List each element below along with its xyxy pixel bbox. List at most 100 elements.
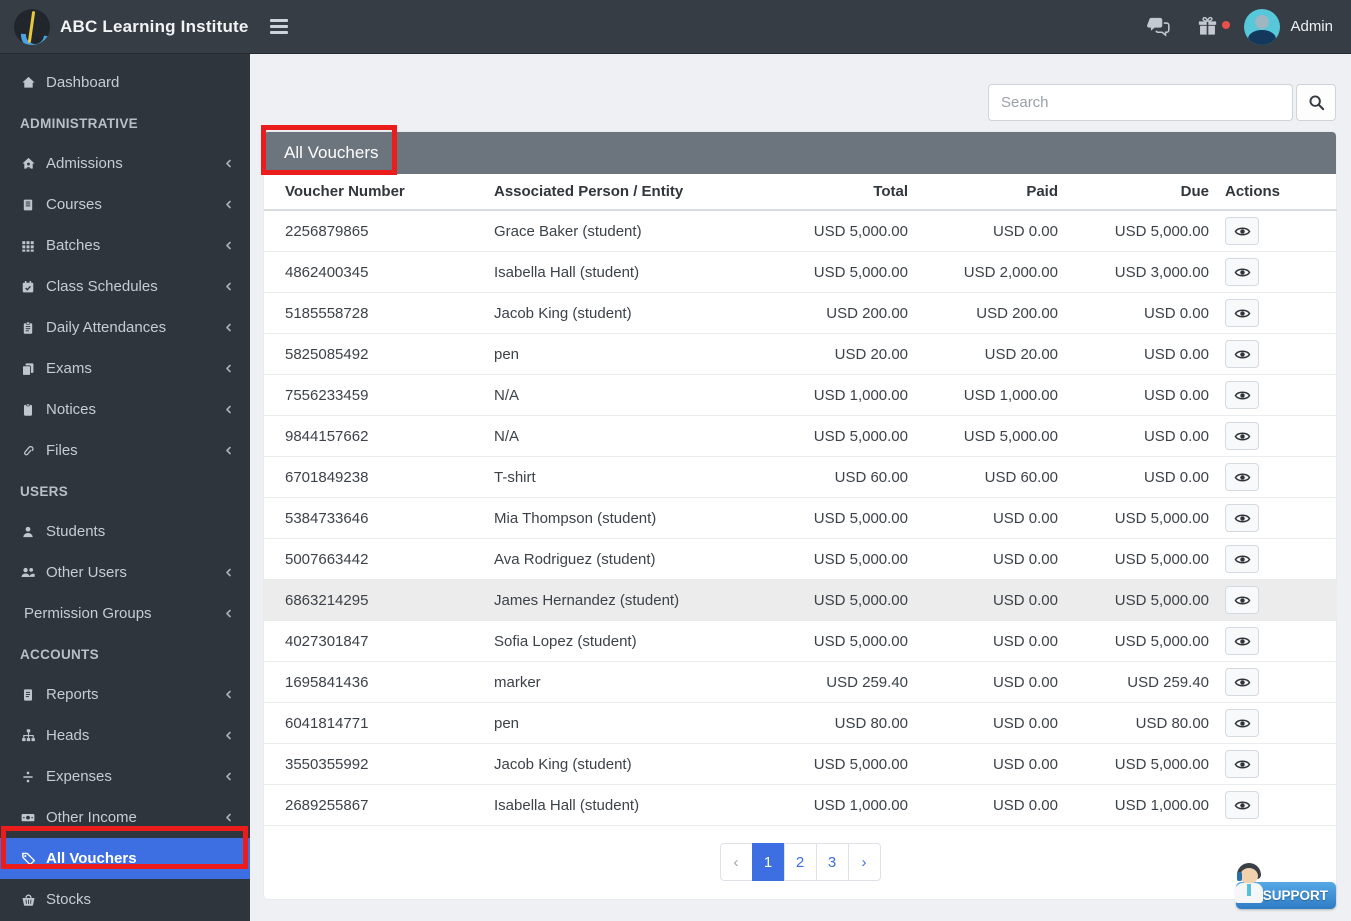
view-voucher-button[interactable] [1225,668,1259,696]
pagination-page-3[interactable]: 3 [815,843,849,881]
eye-icon [1234,758,1251,771]
eye-icon [1234,471,1251,484]
voucher-number-cell: 5825085492 [264,333,486,375]
person-cell: Sofia Lopez (student) [486,620,760,662]
brand[interactable]: ABC Learning Institute [0,0,250,53]
user-menu[interactable]: Admin [1244,8,1333,45]
chevron-left-icon [222,322,234,333]
due-cell: USD 5,000.00 [1066,579,1217,621]
total-cell: USD 5,000.00 [760,251,916,293]
due-cell: USD 5,000.00 [1066,743,1217,785]
due-cell: USD 3,000.00 [1066,251,1217,293]
clipboard-icon [20,320,36,336]
voucher-number-cell: 2256879865 [264,210,486,252]
person-cell: Jacob King (student) [486,292,760,334]
sidebar-item-class-schedules[interactable]: Class Schedules [0,266,250,307]
view-voucher-button[interactable] [1225,340,1259,368]
voucher-number-cell: 4027301847 [264,620,486,662]
pagination-next-button[interactable]: › [847,843,881,881]
paperclip-icon [20,443,36,459]
copy-icon [20,361,36,377]
panel-header: All Vouchers [261,125,1336,175]
sidebar-item-reports[interactable]: Reports [0,674,250,715]
sidebar-item-batches[interactable]: Batches [0,225,250,266]
pagination-prev-button[interactable]: ‹ [719,843,753,881]
view-voucher-button[interactable] [1225,463,1259,491]
eye-icon [1234,512,1251,525]
view-voucher-button[interactable] [1225,381,1259,409]
paid-cell: USD 0.00 [916,661,1066,703]
total-cell: USD 5,000.00 [760,743,916,785]
table-row-highlighted: 6863214295 James Hernandez (student) USD… [264,579,1337,621]
sidebar-item-notices[interactable]: Notices [0,389,250,430]
col-paid: Paid [916,174,1066,211]
book-icon [20,197,36,213]
sidebar-item-stocks[interactable]: Stocks [0,879,250,920]
eye-icon [1234,430,1251,443]
chevron-left-icon [222,812,234,823]
eye-icon [1234,225,1251,238]
voucher-number-cell: 1695841436 [264,661,486,703]
total-cell: USD 5,000.00 [760,210,916,252]
table-row: 4027301847 Sofia Lopez (student) USD 5,0… [264,620,1337,662]
total-cell: USD 5,000.00 [760,620,916,662]
chevron-left-icon [222,240,234,251]
sidebar-item-heads[interactable]: Heads [0,715,250,756]
view-voucher-button[interactable] [1225,791,1259,819]
sidebar-item-admissions[interactable]: Admissions [0,143,250,184]
sidebar-item-exams[interactable]: Exams [0,348,250,389]
file-icon [20,687,36,703]
pagination-page-1[interactable]: 1 [751,843,785,881]
brand-logo-icon [14,8,50,45]
search-input[interactable] [988,84,1293,121]
search-button[interactable] [1296,84,1336,121]
sidebar-item-permission-groups[interactable]: Permission Groups [0,593,250,634]
view-voucher-button[interactable] [1225,709,1259,737]
search-bar [264,84,1336,121]
view-voucher-button[interactable] [1225,504,1259,532]
sidebar-item-all-vouchers[interactable]: All Vouchers [0,838,250,879]
sidebar-item-other-income[interactable]: Other Income [0,797,250,838]
total-cell: USD 80.00 [760,702,916,744]
sidebar-toggle-button[interactable] [270,16,296,38]
due-cell: USD 259.40 [1066,661,1217,703]
sidebar-item-dashboard[interactable]: Dashboard [0,62,250,103]
eye-icon [1234,717,1251,730]
users-icon [20,565,36,581]
notifications-button[interactable] [1197,16,1231,37]
messages-button[interactable] [1147,17,1171,37]
pagination-page-2[interactable]: 2 [783,843,817,881]
view-voucher-button[interactable] [1225,627,1259,655]
sidebar-item-students[interactable]: Students [0,511,250,552]
support-button[interactable]: SUPPORT [1235,863,1336,909]
total-cell: USD 1,000.00 [760,374,916,416]
sidebar-item-expenses[interactable]: Expenses [0,756,250,797]
chevron-left-icon [222,281,234,292]
notification-dot [1222,21,1231,29]
gift-icon [1197,16,1218,37]
view-voucher-button[interactable] [1225,299,1259,327]
view-voucher-button[interactable] [1225,750,1259,778]
chevron-left-icon [222,730,234,741]
due-cell: USD 0.00 [1066,456,1217,498]
view-voucher-button[interactable] [1225,217,1259,245]
sitemap-icon [20,728,36,744]
view-voucher-button[interactable] [1225,258,1259,286]
sidebar-item-courses[interactable]: Courses [0,184,250,225]
sidebar-item-other-users[interactable]: Other Users [0,552,250,593]
view-voucher-button[interactable] [1225,545,1259,573]
sidebar-item-daily-attendances[interactable]: Daily Attendances [0,307,250,348]
user-name: Admin [1290,18,1333,35]
col-associated-person: Associated Person / Entity [486,174,760,211]
voucher-number-cell: 6863214295 [264,579,486,621]
voucher-number-cell: 7556233459 [264,374,486,416]
chat-icon [1147,17,1171,37]
person-cell: N/A [486,415,760,457]
view-voucher-button[interactable] [1225,586,1259,614]
voucher-number-cell: 5185558728 [264,292,486,334]
view-voucher-button[interactable] [1225,422,1259,450]
sidebar-item-files[interactable]: Files [0,430,250,471]
person-cell: James Hernandez (student) [486,579,760,621]
eye-icon [1234,594,1251,607]
paid-cell: USD 5,000.00 [916,415,1066,457]
